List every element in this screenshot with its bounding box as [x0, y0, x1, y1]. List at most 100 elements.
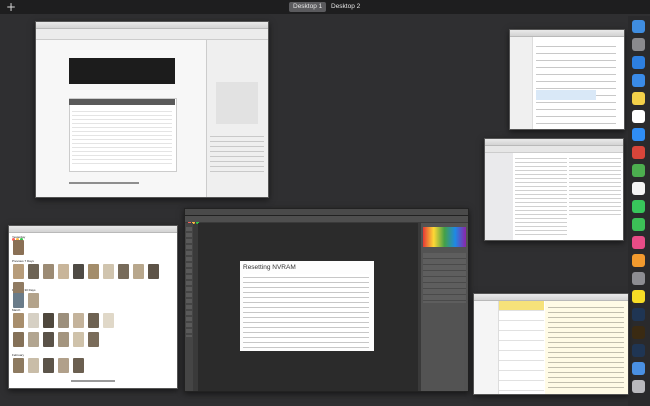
- photo-thumbnail[interactable]: [118, 264, 129, 279]
- kakaotalk-icon[interactable]: [632, 290, 645, 303]
- notes-icon[interactable]: [632, 92, 645, 105]
- photo-thumbnail[interactable]: [43, 332, 54, 347]
- window-text-note[interactable]: [509, 29, 625, 130]
- section-label-february: February: [12, 353, 25, 357]
- downloads-icon[interactable]: [632, 362, 645, 375]
- window-finder-list[interactable]: [484, 138, 624, 241]
- embedded-image: [69, 58, 175, 84]
- toolbar: [36, 29, 268, 40]
- photo-thumbnail[interactable]: [13, 240, 24, 255]
- photo-thumbnail[interactable]: [148, 264, 159, 279]
- window-finder-photos[interactable]: Yesterday Previous 7 Days Previous 30 Da…: [8, 225, 178, 389]
- document-canvas: Resetting NVRAM: [240, 261, 374, 351]
- photo-thumbnail[interactable]: [88, 332, 99, 347]
- selected-note[interactable]: [499, 301, 544, 310]
- embedded-table: [72, 108, 172, 166]
- maps-icon[interactable]: [632, 164, 645, 177]
- calendar-icon[interactable]: [632, 110, 645, 123]
- mail-icon[interactable]: [632, 74, 645, 87]
- facetime-icon[interactable]: [632, 218, 645, 231]
- canvas-heading: Resetting NVRAM: [243, 264, 296, 271]
- options-bar: [185, 216, 468, 222]
- window-titlebar[interactable]: [36, 22, 268, 37]
- photo-thumbnail[interactable]: [103, 264, 114, 279]
- note-highlight: [536, 90, 596, 100]
- photo-thumbnail[interactable]: [13, 264, 24, 279]
- photo-thumbnail[interactable]: [13, 293, 24, 308]
- note-sidebar: [510, 37, 533, 129]
- tool-icons[interactable]: [186, 227, 192, 337]
- mission-control-bar: + Desktop 1 Desktop 2: [0, 0, 650, 14]
- window-titlebar[interactable]: [9, 226, 177, 241]
- photos-icon[interactable]: [632, 182, 645, 195]
- canvas-body-text: [243, 274, 369, 348]
- window-document-editor[interactable]: [35, 21, 269, 198]
- swatches-panel: [423, 227, 466, 247]
- window-titlebar[interactable]: [474, 294, 628, 309]
- itunes-icon[interactable]: [632, 236, 645, 249]
- panel-preview: [216, 82, 258, 124]
- layers-panel: [423, 253, 466, 303]
- section-label-previous-7-days: Previous 7 Days: [12, 259, 34, 263]
- embedded-screenshot-header: [69, 99, 175, 105]
- ibooks-icon[interactable]: [632, 254, 645, 267]
- photo-thumbnail[interactable]: [28, 358, 39, 373]
- messages-icon[interactable]: [632, 200, 645, 213]
- photo-thumbnail[interactable]: [43, 358, 54, 373]
- photo-thumbnail[interactable]: [88, 313, 99, 328]
- launchpad-icon[interactable]: [632, 38, 645, 51]
- photo-thumbnail[interactable]: [43, 264, 54, 279]
- photo-thumbnail[interactable]: [73, 358, 84, 373]
- photo-thumbnail[interactable]: [73, 332, 84, 347]
- photo-thumbnail[interactable]: [58, 332, 69, 347]
- chrome-icon[interactable]: [632, 146, 645, 159]
- finder-toolbar: [485, 146, 623, 153]
- notes-folder-list: [474, 301, 499, 394]
- right-panels: [421, 223, 468, 391]
- illustrator-icon[interactable]: [632, 326, 645, 339]
- note-text-body: [536, 42, 616, 128]
- space-tab-desktop-2[interactable]: Desktop 2: [327, 2, 364, 12]
- photo-thumbnail[interactable]: [13, 313, 24, 328]
- photoshop-cc-icon[interactable]: [632, 344, 645, 357]
- photoshop-icon[interactable]: [632, 308, 645, 321]
- notes-list: [499, 301, 544, 394]
- trash-icon[interactable]: [632, 380, 645, 393]
- dock: [628, 16, 650, 406]
- photo-thumbnail[interactable]: [28, 293, 39, 308]
- caption-text: [69, 182, 139, 184]
- finder-column-1: [515, 155, 567, 238]
- photo-thumbnail[interactable]: [88, 264, 99, 279]
- app-store-icon[interactable]: [632, 128, 645, 141]
- photo-thumbnail[interactable]: [13, 358, 24, 373]
- photo-thumbnail[interactable]: [58, 358, 69, 373]
- photo-thumbnail[interactable]: [73, 313, 84, 328]
- section-label-march: March: [12, 308, 21, 312]
- finder-sidebar: [485, 153, 513, 240]
- window-titlebar[interactable]: [185, 209, 468, 224]
- system-preferences-icon[interactable]: [632, 272, 645, 285]
- space-tab-desktop-1[interactable]: Desktop 1: [289, 2, 327, 12]
- window-titlebar[interactable]: [485, 139, 623, 154]
- panel-settings-list: [210, 132, 264, 172]
- note-editor-text: [548, 304, 624, 390]
- photo-thumbnail[interactable]: [13, 332, 24, 347]
- window-photoshop[interactable]: Resetting NVRAM: [184, 208, 469, 392]
- photo-thumbnail[interactable]: [58, 264, 69, 279]
- status-bar-text: [71, 380, 115, 382]
- photo-thumbnail[interactable]: [103, 313, 114, 328]
- finder-icon[interactable]: [632, 20, 645, 33]
- photo-thumbnail[interactable]: [73, 264, 84, 279]
- finder-column-2: [569, 155, 621, 215]
- window-notes[interactable]: [473, 293, 629, 395]
- photo-thumbnail[interactable]: [28, 264, 39, 279]
- safari-icon[interactable]: [632, 56, 645, 69]
- photo-thumbnail[interactable]: [28, 313, 39, 328]
- photo-thumbnail[interactable]: [58, 313, 69, 328]
- photo-thumbnail[interactable]: [43, 313, 54, 328]
- photo-thumbnail[interactable]: [133, 264, 144, 279]
- window-titlebar[interactable]: [510, 30, 624, 45]
- add-desktop-icon[interactable]: +: [6, 1, 16, 13]
- photo-thumbnail[interactable]: [28, 332, 39, 347]
- section-label-yesterday: Yesterday: [12, 235, 26, 239]
